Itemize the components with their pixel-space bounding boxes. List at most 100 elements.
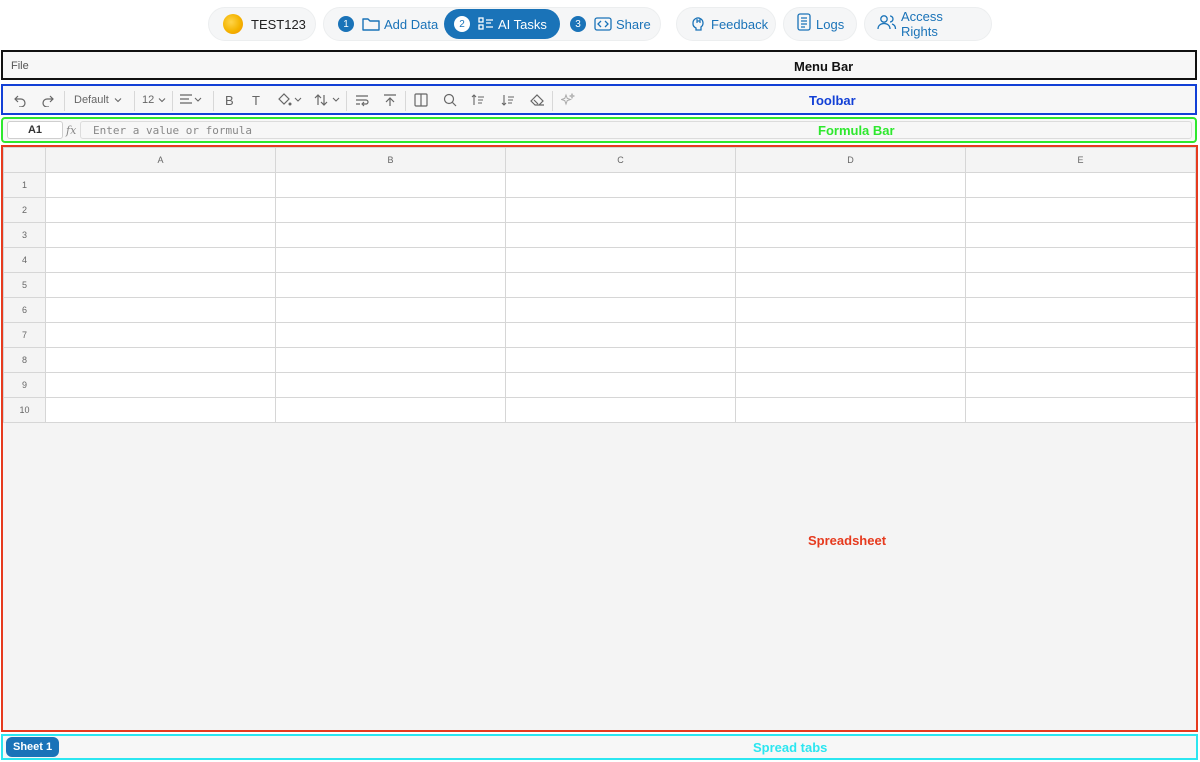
cell[interactable]: [965, 247, 1196, 273]
row-header[interactable]: 7: [3, 322, 46, 348]
cell[interactable]: [505, 172, 736, 198]
cell[interactable]: [505, 322, 736, 348]
cell[interactable]: [45, 247, 276, 273]
cell[interactable]: [735, 372, 966, 398]
cell[interactable]: [275, 397, 506, 423]
cell[interactable]: [45, 222, 276, 248]
cell[interactable]: [45, 347, 276, 373]
logs-button[interactable]: Logs: [783, 7, 857, 41]
cell[interactable]: [505, 372, 736, 398]
cell[interactable]: [505, 297, 736, 323]
cell[interactable]: [275, 197, 506, 223]
cell[interactable]: [275, 347, 506, 373]
cell[interactable]: [505, 272, 736, 298]
row-header[interactable]: 2: [3, 197, 46, 223]
cell[interactable]: [965, 197, 1196, 223]
sort-descending-icon[interactable]: [501, 92, 515, 108]
wrap-text-icon[interactable]: [355, 92, 369, 108]
step-share[interactable]: 3 Share: [570, 8, 651, 40]
cell[interactable]: [275, 247, 506, 273]
row-header[interactable]: 5: [3, 272, 46, 298]
cell[interactable]: [735, 297, 966, 323]
cell[interactable]: [965, 172, 1196, 198]
step-number: 3: [570, 16, 586, 32]
cell[interactable]: [505, 222, 736, 248]
cell[interactable]: [965, 322, 1196, 348]
grid-corner[interactable]: [3, 147, 46, 173]
row-header[interactable]: 6: [3, 297, 46, 323]
cell[interactable]: [965, 272, 1196, 298]
column-header[interactable]: C: [505, 147, 736, 173]
cell[interactable]: [735, 197, 966, 223]
formula-input[interactable]: [80, 121, 1192, 139]
font-family-select[interactable]: Default: [74, 92, 123, 108]
cell[interactable]: [965, 297, 1196, 323]
sparkle-icon[interactable]: [561, 92, 575, 108]
cell[interactable]: [505, 397, 736, 423]
project-selector[interactable]: TEST123: [208, 7, 316, 41]
cell[interactable]: [275, 372, 506, 398]
row-header[interactable]: 10: [3, 397, 46, 423]
column-header[interactable]: A: [45, 147, 276, 173]
cell[interactable]: [275, 297, 506, 323]
menu-file[interactable]: File: [11, 60, 29, 72]
cell[interactable]: [45, 297, 276, 323]
menu-bar-label: Menu Bar: [794, 59, 854, 74]
cell[interactable]: [505, 247, 736, 273]
column-header[interactable]: E: [965, 147, 1196, 173]
cell[interactable]: [735, 322, 966, 348]
cell-reference[interactable]: A1: [7, 121, 63, 139]
cell[interactable]: [965, 222, 1196, 248]
columns-icon[interactable]: [414, 92, 428, 108]
cell[interactable]: [275, 172, 506, 198]
step-add-data[interactable]: 1 Add Data: [338, 8, 438, 40]
merge-icon[interactable]: [383, 92, 397, 108]
bold-icon[interactable]: B: [225, 92, 234, 108]
eraser-icon[interactable]: [530, 92, 545, 108]
redo-icon[interactable]: [41, 92, 55, 108]
fx-icon: fx: [66, 124, 77, 137]
cell[interactable]: [275, 222, 506, 248]
cell[interactable]: [965, 347, 1196, 373]
project-name: TEST123: [251, 16, 306, 32]
cell[interactable]: [735, 272, 966, 298]
font-size-select[interactable]: 12: [142, 92, 167, 108]
cell[interactable]: [735, 397, 966, 423]
row-header[interactable]: 9: [3, 372, 46, 398]
undo-icon[interactable]: [13, 92, 27, 108]
cell[interactable]: [735, 347, 966, 373]
row-header[interactable]: 1: [3, 172, 46, 198]
fill-color-icon[interactable]: [276, 92, 304, 108]
cell[interactable]: [965, 372, 1196, 398]
table-row: 4: [3, 247, 1196, 273]
cell[interactable]: [275, 322, 506, 348]
cell[interactable]: [275, 272, 506, 298]
cell[interactable]: [965, 397, 1196, 423]
row-header[interactable]: 8: [3, 347, 46, 373]
cell[interactable]: [735, 247, 966, 273]
row-header[interactable]: 3: [3, 222, 46, 248]
align-icon[interactable]: [179, 92, 203, 108]
access-rights-button[interactable]: Access Rights: [864, 7, 992, 41]
sort-ascending-icon[interactable]: [471, 92, 485, 108]
cell[interactable]: [735, 172, 966, 198]
column-header[interactable]: D: [735, 147, 966, 173]
step-ai-tasks[interactable]: 2 AI Tasks: [444, 9, 560, 39]
formula-bar: A1 fx Formula Bar: [1, 117, 1197, 143]
cell[interactable]: [45, 372, 276, 398]
column-header[interactable]: B: [275, 147, 506, 173]
cell[interactable]: [45, 272, 276, 298]
cell[interactable]: [45, 322, 276, 348]
cell[interactable]: [45, 197, 276, 223]
text-format-icon[interactable]: T: [252, 92, 260, 108]
row-header[interactable]: 4: [3, 247, 46, 273]
tab-sheet-1[interactable]: Sheet 1: [6, 737, 60, 757]
cell[interactable]: [735, 222, 966, 248]
cell[interactable]: [505, 347, 736, 373]
feedback-button[interactable]: Feedback: [676, 7, 776, 41]
cell[interactable]: [45, 397, 276, 423]
cell[interactable]: [45, 172, 276, 198]
search-icon[interactable]: [443, 92, 457, 108]
cell[interactable]: [505, 197, 736, 223]
sort-icon[interactable]: [314, 92, 342, 108]
